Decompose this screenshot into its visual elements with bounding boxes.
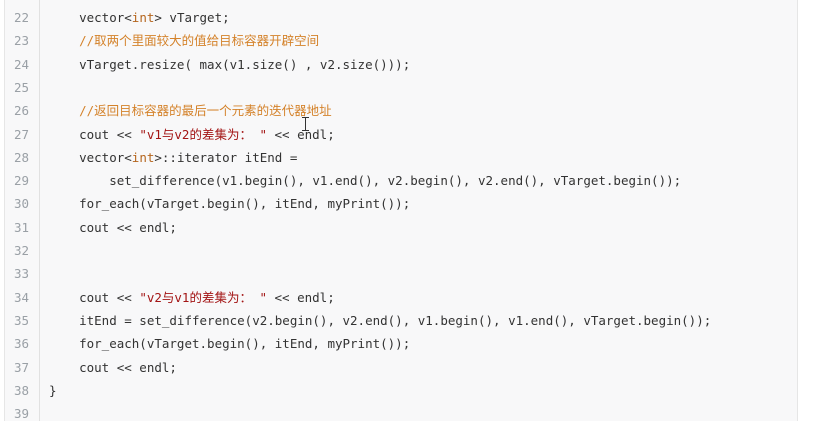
code-token: vector< — [49, 10, 132, 25]
line-number: 35 — [13, 312, 29, 328]
code-token: > vTarget; — [154, 10, 230, 25]
line-number: 39 — [13, 406, 29, 421]
code-line: 35 itEnd = set_difference(v2.begin(), v2… — [5, 309, 797, 332]
code-line: 28 vector<int>::iterator itEnd = — [5, 146, 797, 169]
code-text[interactable]: set_difference(v1.begin(), v1.end(), v2.… — [49, 169, 681, 192]
code-token: << endl; — [267, 126, 335, 142]
code-line: 26 //返回目标容器的最后一个元素的迭代器地址 — [5, 99, 797, 122]
code-text[interactable]: vector<int>::iterator itEnd = — [49, 146, 297, 169]
code-text[interactable]: vTarget.resize( max(v1.size() , v2.size(… — [49, 53, 410, 76]
code-token: vTarget.resize( max(v1.size() , v2.size(… — [49, 56, 411, 72]
code-token: vector< — [49, 149, 132, 165]
code-token: for_each(vTarget.begin(), itEnd, myPrint… — [49, 336, 411, 352]
code-text[interactable]: itEnd = set_difference(v2.begin(), v2.en… — [49, 309, 711, 332]
code-line: 24 vTarget.resize( max(v1.size() , v2.si… — [5, 53, 797, 76]
line-number: 31 — [13, 219, 29, 235]
code-line: 25 — [5, 76, 797, 99]
code-line: 37 cout << endl; — [5, 356, 797, 379]
line-number: 28 — [13, 149, 29, 165]
line-number: 27 — [13, 126, 29, 142]
line-number: 22 — [13, 10, 29, 25]
code-line: 34 cout << "v2与v1的差集为： " << endl; — [5, 286, 797, 309]
string-token: "v1与v2的差集为： " — [139, 126, 267, 142]
code-token: } — [49, 382, 57, 398]
line-number: 25 — [13, 79, 29, 95]
line-number: 32 — [13, 243, 29, 258]
line-number: 36 — [13, 336, 29, 352]
code-text[interactable]: cout << endl; — [49, 216, 177, 239]
code-text[interactable]: cout << endl; — [49, 356, 177, 379]
line-number: 30 — [13, 196, 29, 212]
keyword-token: int — [131, 10, 155, 25]
code-text[interactable]: //取两个里面较大的值给目标容器开辟空间 — [49, 29, 319, 52]
line-number: 37 — [13, 359, 29, 375]
line-number: 34 — [13, 289, 29, 305]
code-text[interactable]: for_each(vTarget.begin(), itEnd, myPrint… — [49, 332, 410, 355]
code-token: for_each(vTarget.begin(), itEnd, myPrint… — [49, 196, 411, 212]
code-token: >::iterator itEnd = — [154, 149, 298, 165]
code-line: 23 //取两个里面较大的值给目标容器开辟空间 — [5, 29, 797, 52]
line-number: 26 — [13, 103, 29, 119]
i-beam-cursor-icon — [302, 117, 309, 131]
comment-token: //返回目标容器的最后一个元素的迭代器地址 — [49, 103, 332, 119]
code-line: 29 set_difference(v1.begin(), v1.end(), … — [5, 169, 797, 192]
code-token: cout << endl; — [49, 359, 177, 375]
code-token: set_difference(v1.begin(), v1.end(), v2.… — [49, 173, 682, 189]
code-line: 22 vector<int> vTarget; — [5, 6, 797, 29]
code-text[interactable]: //返回目标容器的最后一个元素的迭代器地址 — [49, 99, 332, 122]
code-line: 31 cout << endl; — [5, 216, 797, 239]
line-number: 23 — [13, 33, 29, 49]
code-text[interactable]: } — [49, 379, 57, 402]
line-number: 38 — [13, 382, 29, 398]
code-token: << endl; — [267, 289, 335, 305]
code-text[interactable]: vector<int> vTarget; — [49, 6, 230, 29]
keyword-token: int — [131, 149, 155, 165]
code-text[interactable]: cout << "v2与v1的差集为： " << endl; — [49, 286, 335, 309]
code-text[interactable]: for_each(vTarget.begin(), itEnd, myPrint… — [49, 192, 410, 215]
code-line: 39 — [5, 402, 797, 421]
line-number: 29 — [13, 173, 29, 189]
code-block: 22 vector<int> vTarget; 23 //取两个里面较大的值给目标… — [4, 0, 798, 421]
code-token: cout << — [49, 126, 140, 142]
comment-token: //取两个里面较大的值给目标容器开辟空间 — [49, 33, 320, 49]
code-line: 32 — [5, 239, 797, 262]
line-number: 24 — [13, 56, 29, 72]
code-token: cout << — [49, 289, 140, 305]
code-text[interactable]: cout << "v1与v2的差集为： " << endl; — [49, 123, 335, 146]
code-line: 27 cout << "v1与v2的差集为： " << endl; — [5, 123, 797, 146]
code-line: 30 for_each(vTarget.begin(), itEnd, myPr… — [5, 192, 797, 215]
code-token: itEnd = set_difference(v2.begin(), v2.en… — [49, 312, 712, 328]
code-token: cout << endl; — [49, 219, 177, 235]
string-token: "v2与v1的差集为： " — [139, 289, 267, 305]
code-line: 36 for_each(vTarget.begin(), itEnd, myPr… — [5, 332, 797, 355]
code-line: 38} — [5, 379, 797, 402]
line-number: 33 — [13, 266, 29, 282]
code-line: 33 — [5, 262, 797, 285]
